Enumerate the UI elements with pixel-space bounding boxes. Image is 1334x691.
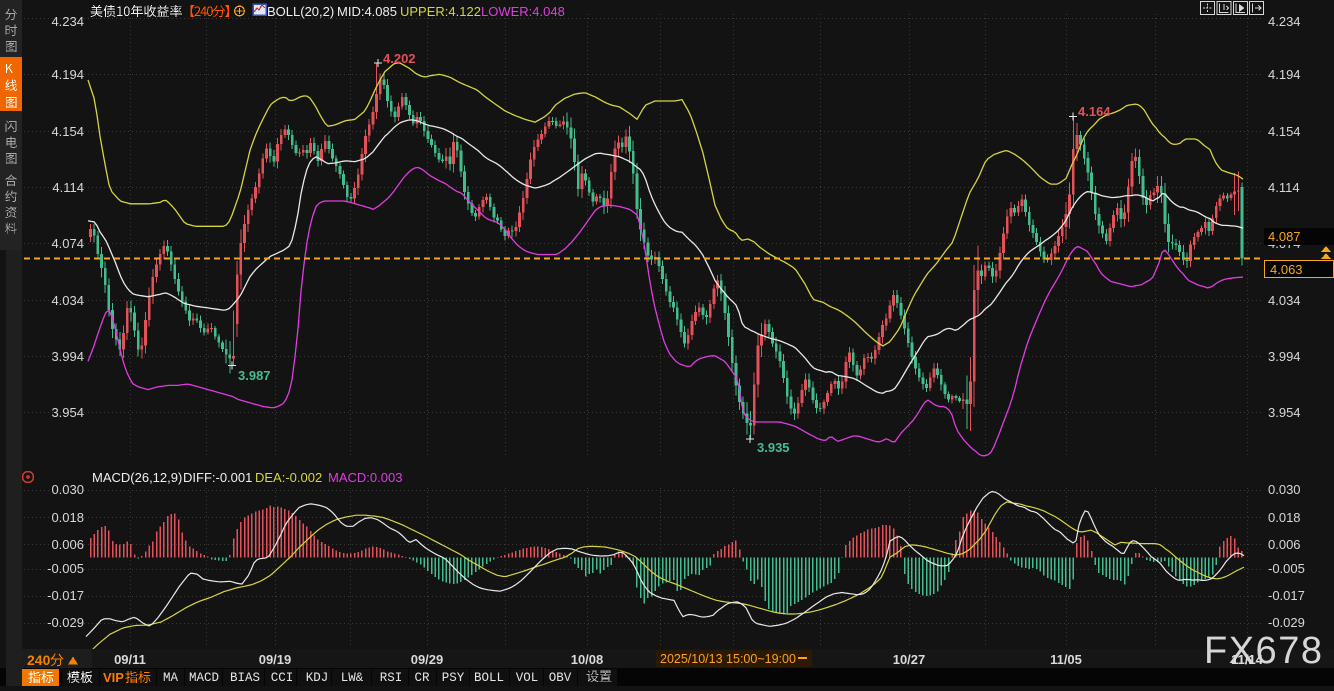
svg-text:LOWER:4.048: LOWER:4.048 — [481, 4, 565, 19]
svg-text:10/08: 10/08 — [571, 652, 604, 667]
svg-text:KDJ: KDJ — [306, 671, 329, 685]
svg-text:10/27: 10/27 — [893, 652, 926, 667]
svg-text:4.154: 4.154 — [1268, 124, 1301, 139]
svg-text:MA: MA — [163, 671, 179, 685]
svg-text:-0.005: -0.005 — [1268, 561, 1305, 576]
svg-text:3.994: 3.994 — [51, 349, 84, 364]
svg-text:0.006: 0.006 — [51, 537, 84, 552]
svg-text:-0.017: -0.017 — [1268, 588, 1305, 603]
svg-text:CCI: CCI — [271, 671, 294, 685]
svg-text:4.087: 4.087 — [1268, 229, 1301, 244]
svg-text:DIFF:-0.001: DIFF:-0.001 — [183, 470, 252, 485]
svg-text:4.194: 4.194 — [51, 67, 84, 82]
svg-text:4.164: 4.164 — [1078, 104, 1111, 119]
svg-text:0.018: 0.018 — [1268, 510, 1301, 525]
svg-text:09/29: 09/29 — [411, 652, 444, 667]
svg-text:11/05: 11/05 — [1050, 652, 1082, 667]
svg-text:4.202: 4.202 — [383, 51, 416, 66]
svg-text:4.063: 4.063 — [1270, 262, 1303, 277]
svg-text:PSY: PSY — [442, 671, 465, 685]
svg-text:09/19: 09/19 — [259, 652, 292, 667]
svg-text:BOLL: BOLL — [474, 671, 504, 685]
svg-text:OBV: OBV — [549, 671, 572, 685]
svg-text:MACD(26,12,9): MACD(26,12,9) — [92, 470, 182, 485]
svg-text:BIAS: BIAS — [230, 671, 260, 685]
svg-text:-0.029: -0.029 — [1268, 615, 1305, 630]
svg-text:4.194: 4.194 — [1268, 67, 1301, 82]
svg-text:FX678: FX678 — [1204, 630, 1323, 672]
svg-text:MID:4.085: MID:4.085 — [337, 4, 397, 19]
svg-text:VOL: VOL — [516, 671, 539, 685]
svg-text:4.154: 4.154 — [51, 124, 84, 139]
svg-text:0.018: 0.018 — [51, 510, 84, 525]
svg-text:DEA:-0.002: DEA:-0.002 — [255, 470, 322, 485]
svg-text:240: 240 — [27, 652, 51, 668]
svg-text:UPPER:4.122: UPPER:4.122 — [400, 4, 481, 19]
svg-text:3.987: 3.987 — [238, 368, 271, 383]
svg-text:VIP: VIP — [103, 670, 124, 685]
svg-text:BOLL(20,2): BOLL(20,2) — [267, 4, 334, 19]
svg-text:2025/10/13 15:00~19:00: 2025/10/13 15:00~19:00 — [660, 652, 796, 666]
svg-text:0.006: 0.006 — [1268, 537, 1301, 552]
svg-text:4.034: 4.034 — [51, 293, 84, 308]
svg-text:4.234: 4.234 — [51, 14, 84, 29]
svg-text:MACD:0.003: MACD:0.003 — [328, 470, 402, 485]
svg-text:MACD: MACD — [189, 671, 219, 685]
svg-text:3.994: 3.994 — [1268, 349, 1301, 364]
svg-text:CR: CR — [414, 671, 430, 685]
svg-text:4.234: 4.234 — [1268, 14, 1301, 29]
svg-text:4.074: 4.074 — [51, 236, 84, 251]
svg-text:-0.017: -0.017 — [47, 588, 84, 603]
svg-text:4.034: 4.034 — [1268, 293, 1301, 308]
svg-text:-0.029: -0.029 — [47, 615, 84, 630]
svg-text:4.114: 4.114 — [52, 180, 84, 195]
svg-text:LW&: LW& — [341, 671, 364, 685]
svg-text:RSI: RSI — [380, 671, 403, 685]
svg-text:0.030: 0.030 — [1268, 482, 1301, 497]
svg-text:3.935: 3.935 — [757, 440, 790, 455]
svg-text:11/14: 11/14 — [1231, 652, 1264, 667]
svg-text:4.114: 4.114 — [1268, 180, 1300, 195]
svg-text:0.030: 0.030 — [51, 482, 84, 497]
svg-text:3.954: 3.954 — [1268, 405, 1301, 420]
svg-text:3.954: 3.954 — [51, 405, 84, 420]
svg-text:09/11: 09/11 — [114, 652, 146, 667]
svg-text:-0.005: -0.005 — [47, 561, 84, 576]
